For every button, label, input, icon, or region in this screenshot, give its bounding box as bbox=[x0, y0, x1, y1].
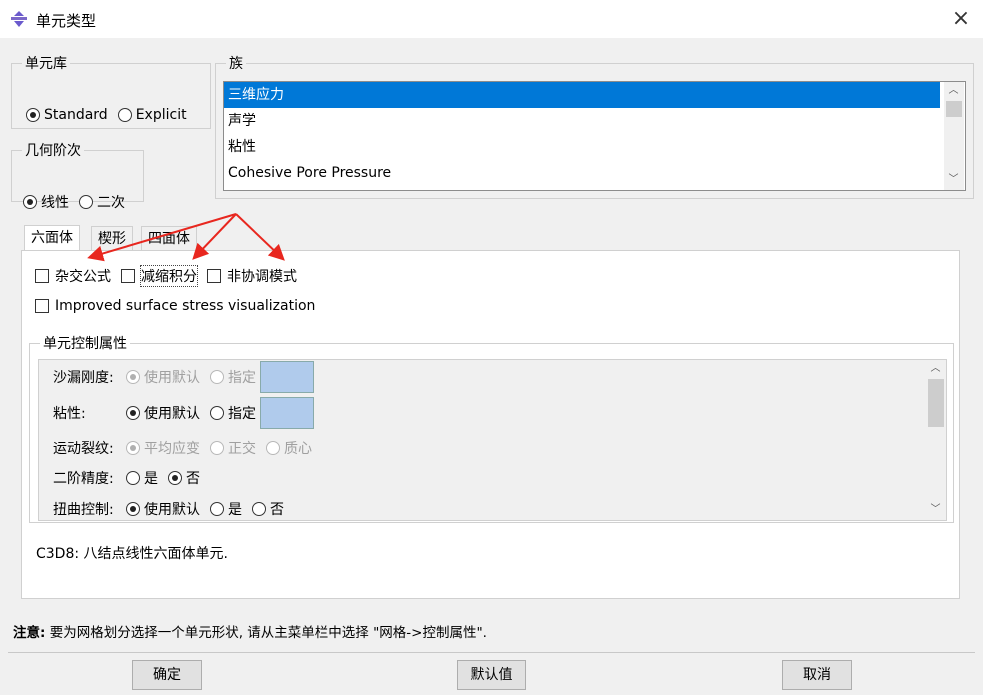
ok-button[interactable]: 确定 bbox=[132, 660, 202, 690]
cancel-button[interactable]: 取消 bbox=[782, 660, 852, 690]
defaults-button[interactable]: 默认值 bbox=[457, 660, 526, 690]
annotation-arrows bbox=[87, 213, 285, 262]
note-text: 注意: 要为网格划分选择一个单元形状, 请从主菜单栏中选择 "网格->控制属性"… bbox=[13, 621, 487, 641]
separator bbox=[8, 652, 975, 653]
note-label: 注意: bbox=[13, 625, 46, 641]
note-body: 要为网格划分选择一个单元形状, 请从主菜单栏中选择 "网格->控制属性". bbox=[45, 625, 487, 641]
arrow-to-incompatible bbox=[235, 213, 285, 261]
